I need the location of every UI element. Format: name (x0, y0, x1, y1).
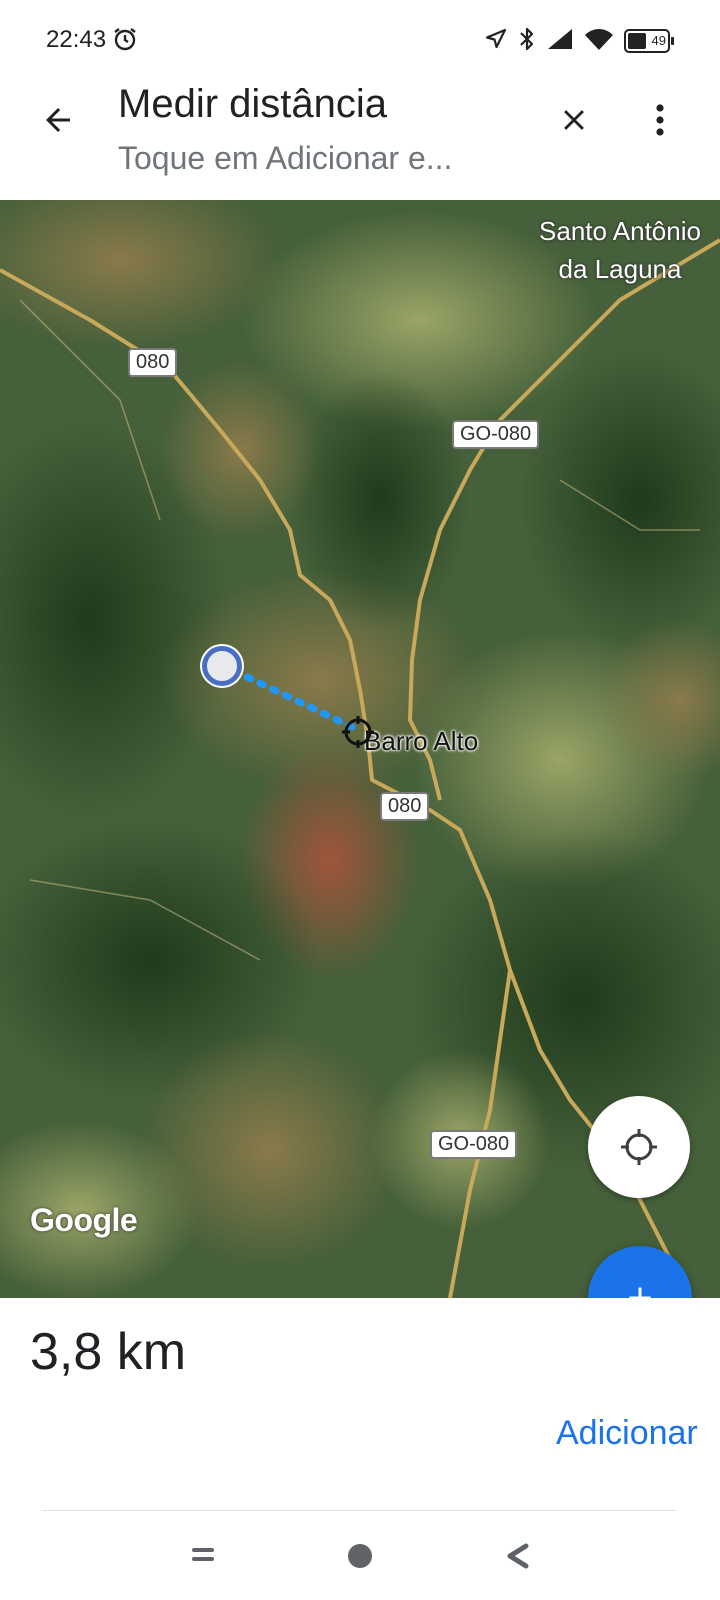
cellular-signal-icon (546, 27, 574, 56)
system-nav-bar (0, 1508, 720, 1600)
crosshair-icon (342, 716, 374, 748)
start-point-marker[interactable] (202, 646, 242, 686)
close-icon (564, 110, 584, 130)
arrow-back-icon (46, 108, 70, 132)
my-location-icon (621, 1129, 657, 1165)
recents-icon[interactable] (192, 1548, 214, 1562)
battery-icon: 49 (624, 29, 674, 53)
status-bar: 22:43 49 (0, 0, 720, 80)
road-shield: 080 (128, 348, 178, 377)
status-icons: 49 (484, 24, 674, 58)
status-time: 22:43 (46, 26, 107, 53)
battery-level: 49 (651, 33, 666, 48)
close-button[interactable] (546, 92, 602, 148)
bluetooth-icon (518, 26, 536, 57)
place-label-line: Santo Antônio (539, 216, 701, 246)
google-attribution: Google (30, 1202, 138, 1238)
home-icon[interactable] (348, 1544, 372, 1568)
my-location-button[interactable] (588, 1096, 690, 1198)
back-button[interactable] (30, 92, 86, 148)
road-shield: 080 (380, 792, 430, 821)
measure-header: Medir distância Toque em Adicionar e... (0, 80, 720, 200)
add-button[interactable]: Adicionar (556, 1414, 698, 1453)
page-title: Medir distância (118, 82, 388, 126)
more-options-button[interactable] (632, 92, 688, 148)
road-shield: GO-080 (452, 420, 540, 449)
place-label-santo-antonio: Santo Antônio da Laguna (520, 212, 720, 288)
total-distance: 3,8 km (30, 1323, 187, 1381)
wifi-icon (584, 27, 614, 56)
location-arrow-icon (484, 27, 508, 56)
nav-back-icon[interactable] (504, 1542, 530, 1570)
more-vert-icon (656, 104, 664, 136)
place-label-barro-alto: Barro Alto (364, 726, 479, 756)
page-subtitle: Toque em Adicionar e... (118, 140, 453, 176)
road-shield: GO-080 (430, 1130, 518, 1159)
alarm-icon (112, 26, 138, 57)
place-label-line: da Laguna (558, 254, 682, 284)
